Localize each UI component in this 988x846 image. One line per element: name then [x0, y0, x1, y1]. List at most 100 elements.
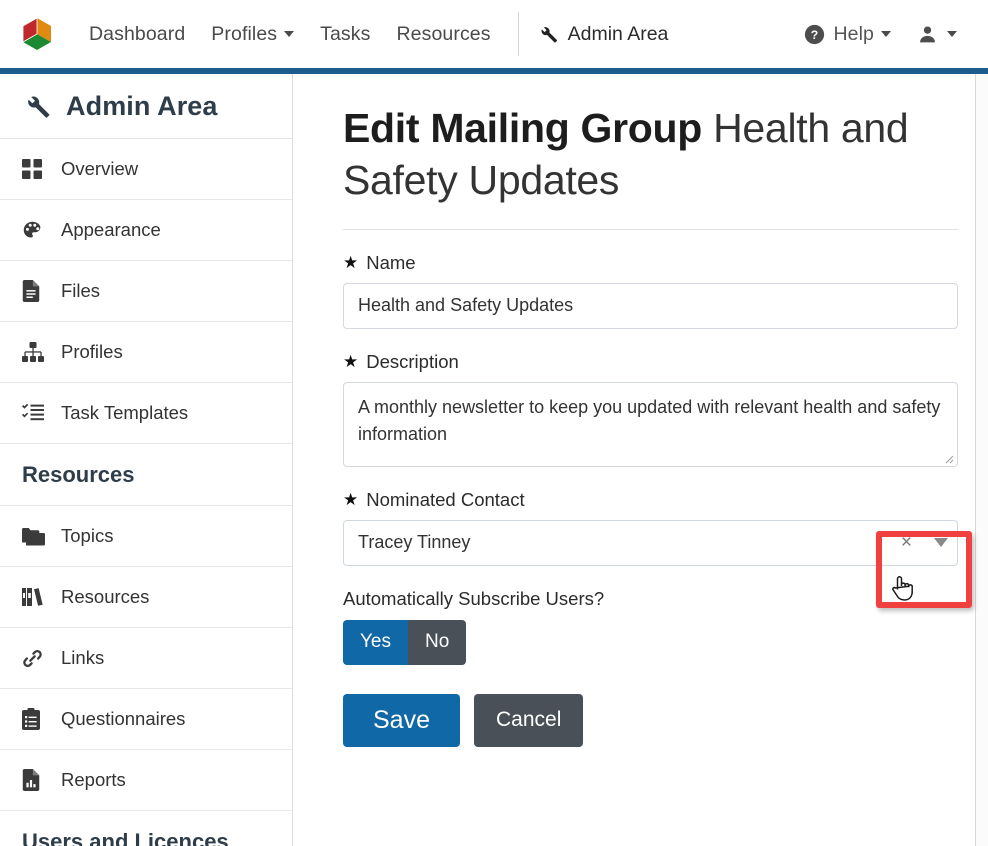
- help-circle-icon: ?: [804, 24, 825, 45]
- sidebar-item-files-label: Files: [61, 280, 101, 301]
- sidebar-item-links[interactable]: Links: [0, 628, 292, 689]
- application-window: Dashboard Profiles Tasks Resources Admin…: [0, 0, 988, 846]
- nav-link-resources[interactable]: Resources: [383, 0, 503, 68]
- auto-subscribe-no-button[interactable]: No: [408, 619, 467, 665]
- nav-link-profiles[interactable]: Profiles: [198, 0, 307, 68]
- auto-subscribe-yes-button[interactable]: Yes: [343, 619, 408, 665]
- navbar-right-group: ? Help: [791, 23, 988, 46]
- nav-link-help[interactable]: ? Help: [791, 23, 904, 46]
- top-navbar: Dashboard Profiles Tasks Resources Admin…: [0, 0, 988, 68]
- nominated-contact-select[interactable]: Tracey Tinney: [343, 519, 958, 566]
- resize-grip-icon[interactable]: [942, 452, 954, 464]
- grid-icon: [22, 159, 48, 179]
- link-icon: [22, 648, 48, 669]
- chevron-down-icon: [881, 31, 891, 37]
- wrench-icon: [537, 23, 559, 45]
- sidebar-item-topics-label: Topics: [61, 525, 114, 546]
- cancel-button[interactable]: Cancel: [473, 693, 584, 747]
- sidebar-section-resources: Resources: [0, 444, 292, 506]
- folder-icon: [22, 527, 48, 546]
- books-icon: [22, 587, 48, 607]
- form-actions: Save Cancel: [343, 693, 975, 747]
- clear-selection-icon[interactable]: ×: [901, 533, 912, 552]
- field-name-label-text: Name: [366, 251, 416, 273]
- user-icon: [917, 24, 938, 45]
- palette-icon: [22, 220, 48, 241]
- sidebar-item-task-templates-label: Task Templates: [61, 402, 189, 423]
- required-star-icon: ★: [343, 352, 359, 372]
- field-auto-subscribe-label: Automatically Subscribe Users?: [343, 587, 605, 609]
- field-nominated-contact: ★ Nominated Contact Tracey Tinney ×: [343, 489, 958, 566]
- nominated-contact-dropdown-controls: ×: [901, 520, 948, 566]
- nav-link-admin-area-label: Admin Area: [567, 22, 669, 45]
- required-star-icon: ★: [343, 490, 359, 510]
- sidebar-item-appearance[interactable]: Appearance: [0, 200, 292, 261]
- file-icon: [22, 280, 48, 302]
- chevron-down-icon: [947, 31, 957, 37]
- sidebar-title: Admin Area: [66, 90, 218, 121]
- name-input[interactable]: Health and Safety Updates: [343, 282, 958, 329]
- field-name: ★ Name Health and Safety Updates: [343, 252, 958, 329]
- sidebar-item-questionnaires-label: Questionnaires: [61, 708, 186, 729]
- auto-subscribe-yes-label: Yes: [360, 631, 391, 653]
- save-button[interactable]: Save: [343, 693, 460, 747]
- description-textarea-value: A monthly newsletter to keep you updated…: [358, 396, 941, 445]
- field-description-label: ★ Description: [343, 351, 958, 373]
- sidebar-item-overview[interactable]: Overview: [0, 139, 292, 200]
- nav-link-dashboard[interactable]: Dashboard: [76, 0, 198, 68]
- nav-link-profiles-label: Profiles: [211, 22, 278, 45]
- admin-sidebar: Admin Area Overview Appearance Files Pro…: [0, 74, 293, 846]
- nav-link-tasks[interactable]: Tasks: [307, 0, 383, 68]
- page-title-bold: Edit Mailing Group: [343, 105, 703, 151]
- sidebar-item-reports[interactable]: Reports: [0, 750, 292, 811]
- sidebar-item-reports-label: Reports: [61, 769, 126, 790]
- sidebar-item-resources-label: Resources: [61, 586, 150, 607]
- primary-nav-links: Dashboard Profiles Tasks Resources: [76, 0, 504, 68]
- sidebar-item-files[interactable]: Files: [0, 261, 292, 322]
- svg-text:?: ?: [811, 28, 819, 42]
- sidebar-item-task-templates[interactable]: Task Templates: [0, 383, 292, 444]
- checklist-icon: [22, 403, 48, 423]
- auto-subscribe-toggle-group: Yes No: [343, 619, 958, 665]
- field-nominated-contact-label-text: Nominated Contact: [366, 488, 525, 510]
- sidebar-item-overview-label: Overview: [61, 158, 139, 179]
- sidebar-item-topics[interactable]: Topics: [0, 506, 292, 567]
- nav-link-help-label: Help: [833, 22, 874, 45]
- sidebar-item-profiles-label: Profiles: [61, 341, 123, 362]
- chart-file-icon: [22, 769, 48, 791]
- sidebar-item-links-label: Links: [61, 647, 105, 668]
- field-description-label-text: Description: [366, 350, 459, 372]
- nav-link-dashboard-label: Dashboard: [89, 22, 186, 45]
- auto-subscribe-no-label: No: [425, 631, 450, 653]
- nominated-contact-select-wrapper: Tracey Tinney ×: [343, 519, 958, 566]
- wrench-icon: [22, 91, 52, 121]
- nav-link-tasks-label: Tasks: [320, 22, 371, 45]
- nav-link-admin-area[interactable]: Admin Area: [529, 0, 677, 68]
- cube-logo-icon[interactable]: [16, 13, 58, 55]
- sidebar-section-users-and-licences-label: Users and Licences: [22, 828, 229, 846]
- chevron-down-icon: [284, 31, 295, 37]
- sidebar-item-resources[interactable]: Resources: [0, 567, 292, 628]
- nominated-contact-selected-value: Tracey Tinney: [358, 532, 471, 553]
- required-star-icon: ★: [343, 253, 359, 273]
- page-scrollbar[interactable]: [975, 74, 988, 846]
- sidebar-section-resources-label: Resources: [22, 461, 135, 487]
- field-name-label: ★ Name: [343, 252, 958, 274]
- field-nominated-contact-label: ★ Nominated Contact: [343, 489, 958, 511]
- sidebar-item-profiles[interactable]: Profiles: [0, 322, 292, 383]
- description-textarea[interactable]: A monthly newsletter to keep you updated…: [343, 381, 958, 467]
- field-description: ★ Description A monthly newsletter to ke…: [343, 351, 958, 467]
- page-title: Edit Mailing Group Health and Safety Upd…: [343, 102, 943, 207]
- clipboard-icon: [22, 708, 48, 730]
- sitemap-icon: [22, 342, 48, 362]
- nav-divider: [517, 12, 519, 56]
- main-content: Edit Mailing Group Health and Safety Upd…: [315, 74, 975, 846]
- sidebar-header: Admin Area: [0, 74, 292, 139]
- chevron-down-icon[interactable]: [934, 538, 948, 548]
- nav-link-account[interactable]: [904, 24, 970, 45]
- sidebar-item-questionnaires[interactable]: Questionnaires: [0, 689, 292, 750]
- title-divider: [343, 228, 958, 230]
- field-auto-subscribe: Automatically Subscribe Users? Yes No: [343, 588, 958, 665]
- sidebar-section-users-and-licences: Users and Licences: [0, 811, 292, 846]
- name-input-value: Health and Safety Updates: [358, 295, 574, 316]
